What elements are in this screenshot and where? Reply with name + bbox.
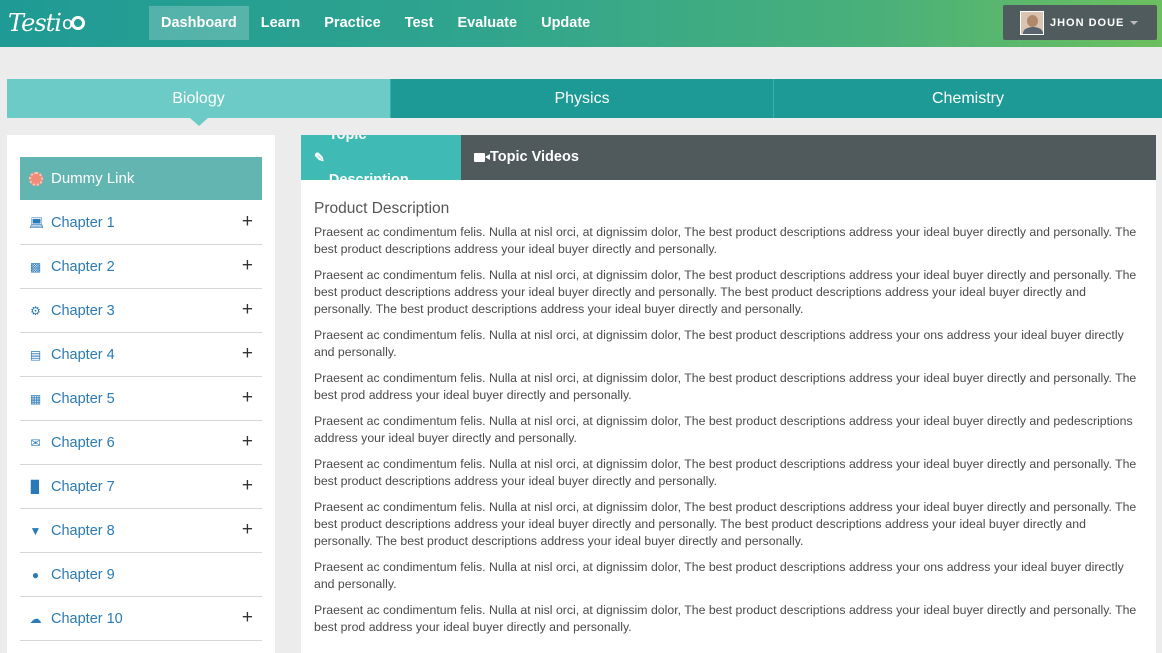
- logo-infinity-icon: [71, 16, 85, 30]
- paragraph: Praesent ac condimentum felis. Nulla at …: [314, 603, 1137, 634]
- tab-physics[interactable]: Physics: [390, 79, 773, 118]
- sidebar-item-chapter-1[interactable]: 💻︎ Chapter 1 +: [20, 201, 262, 245]
- book-icon: ▩: [29, 259, 42, 274]
- chapter-label: Chapter 2: [51, 258, 115, 275]
- chapter-list: 💻︎ Chapter 1 + ▩ Chapter 2 + ⚙ Chapter 3…: [20, 201, 262, 641]
- logo-text: Testi: [8, 9, 62, 37]
- tab-topic-description-label: Topic Description: [328, 135, 409, 188]
- subject-tabs: Biology Physics Chemistry: [7, 79, 1162, 126]
- comments-icon: ☁: [29, 611, 42, 626]
- tab-physics-label: Physics: [554, 90, 610, 107]
- tab-topic-videos[interactable]: Topic Videos: [461, 135, 592, 180]
- sidebar-item-chapter-3[interactable]: ⚙ Chapter 3 +: [20, 289, 262, 333]
- sidebar-item-chapter-5[interactable]: ▦ Chapter 5 +: [20, 377, 262, 421]
- main-nav: Dashboard Learn Practice Test Evaluate U…: [149, 6, 602, 40]
- chapter-label: Chapter 5: [51, 390, 115, 407]
- sidebar-item-chapter-4[interactable]: ▤ Chapter 4 +: [20, 333, 262, 377]
- description-body: Product Description Praesent ac condimen…: [301, 180, 1156, 636]
- nav-evaluate[interactable]: Evaluate: [445, 6, 529, 40]
- chapter-sidebar: Dummy Link 💻︎ Chapter 1 + ▩ Chapter 2 + …: [7, 135, 275, 653]
- page-title: Product Description: [314, 200, 450, 217]
- dummy-link[interactable]: Dummy Link: [20, 157, 262, 200]
- chapter-label: Chapter 4: [51, 346, 115, 363]
- nav-update[interactable]: Update: [529, 6, 602, 40]
- chapter-label: Chapter 3: [51, 302, 115, 319]
- content-panel: ✎ Topic Description Topic Videos Product…: [301, 135, 1156, 653]
- paragraph: Praesent ac condimentum felis. Nulla at …: [314, 268, 1137, 316]
- sidebar-item-chapter-7[interactable]: ▉ Chapter 7 +: [20, 465, 262, 509]
- paragraph: Praesent ac condimentum felis. Nulla at …: [314, 414, 1133, 445]
- paragraph: Praesent ac condimentum felis. Nulla at …: [314, 328, 1124, 359]
- grid-icon: ▦: [29, 391, 42, 406]
- tab-biology[interactable]: Biology: [7, 79, 390, 126]
- video-camera-icon: [474, 153, 490, 162]
- app-logo[interactable]: Testi o: [8, 8, 85, 38]
- paragraph: Praesent ac condimentum felis. Nulla at …: [314, 225, 1137, 256]
- expand-plus-icon[interactable]: +: [242, 256, 253, 275]
- tab-topic-videos-label: Topic Videos: [490, 149, 579, 165]
- expand-plus-icon[interactable]: +: [242, 608, 253, 627]
- chapter-label: Chapter 8: [51, 522, 115, 539]
- envelope-icon: ✉: [30, 435, 41, 450]
- expand-plus-icon[interactable]: +: [242, 344, 253, 363]
- chapter-label: Chapter 6: [51, 434, 115, 451]
- chevron-down-icon: [1130, 20, 1139, 25]
- paragraph: Praesent ac condimentum felis. Nulla at …: [314, 500, 1137, 548]
- tab-chemistry-label: Chemistry: [931, 90, 1004, 107]
- chapter-label: Chapter 10: [51, 610, 123, 627]
- dummy-link-label: Dummy Link: [51, 170, 135, 187]
- map-marker-icon: ●: [31, 567, 40, 582]
- bar-chart-icon: ▉: [30, 479, 41, 494]
- active-tab-pointer: [190, 118, 208, 126]
- sidebar-item-chapter-6[interactable]: ✉ Chapter 6 +: [20, 421, 262, 465]
- sidebar-item-chapter-2[interactable]: ▩ Chapter 2 +: [20, 245, 262, 289]
- expand-plus-icon[interactable]: +: [242, 212, 253, 231]
- user-menu-button[interactable]: JHON DOUE: [1003, 5, 1157, 40]
- nav-dashboard[interactable]: Dashboard: [149, 6, 249, 40]
- chapter-label: Chapter 1: [51, 214, 115, 231]
- expand-plus-icon[interactable]: +: [242, 300, 253, 319]
- content-tabs: ✎ Topic Description Topic Videos: [301, 135, 1156, 188]
- sidebar-item-chapter-8[interactable]: ▼ Chapter 8 +: [20, 509, 262, 553]
- list-alt-icon: ▤: [29, 347, 42, 362]
- chapter-label: Chapter 9: [51, 566, 115, 583]
- paragraph: Praesent ac condimentum felis. Nulla at …: [314, 560, 1124, 591]
- laptop-icon: 💻︎: [29, 215, 45, 230]
- user-name: JHON DOUE: [1050, 16, 1125, 29]
- expand-plus-icon[interactable]: +: [242, 520, 253, 539]
- nav-learn[interactable]: Learn: [249, 6, 313, 40]
- chapter-label: Chapter 7: [51, 478, 115, 495]
- brain-icon: [29, 171, 43, 186]
- sidebar-item-chapter-10[interactable]: ☁ Chapter 10 +: [20, 597, 262, 641]
- paragraph: Praesent ac condimentum felis. Nulla at …: [314, 371, 1137, 402]
- pencil-icon: ✎: [314, 150, 325, 165]
- tab-topic-description[interactable]: ✎ Topic Description: [301, 135, 461, 188]
- expand-plus-icon[interactable]: +: [242, 388, 253, 407]
- expand-plus-icon[interactable]: +: [242, 432, 253, 451]
- tab-biology-label: Biology: [172, 90, 225, 107]
- nav-test[interactable]: Test: [393, 6, 446, 40]
- gears-icon: ⚙: [30, 303, 41, 318]
- top-navbar: Testi o Dashboard Learn Practice Test Eva…: [0, 0, 1162, 47]
- avatar: [1020, 10, 1044, 35]
- sidebar-item-chapter-9[interactable]: ● Chapter 9: [20, 553, 262, 597]
- tab-chemistry[interactable]: Chemistry: [773, 79, 1162, 118]
- nav-practice[interactable]: Practice: [312, 6, 392, 40]
- expand-plus-icon[interactable]: +: [242, 476, 253, 495]
- paragraph: Praesent ac condimentum felis. Nulla at …: [314, 457, 1137, 488]
- cart-icon: ▼: [29, 523, 42, 538]
